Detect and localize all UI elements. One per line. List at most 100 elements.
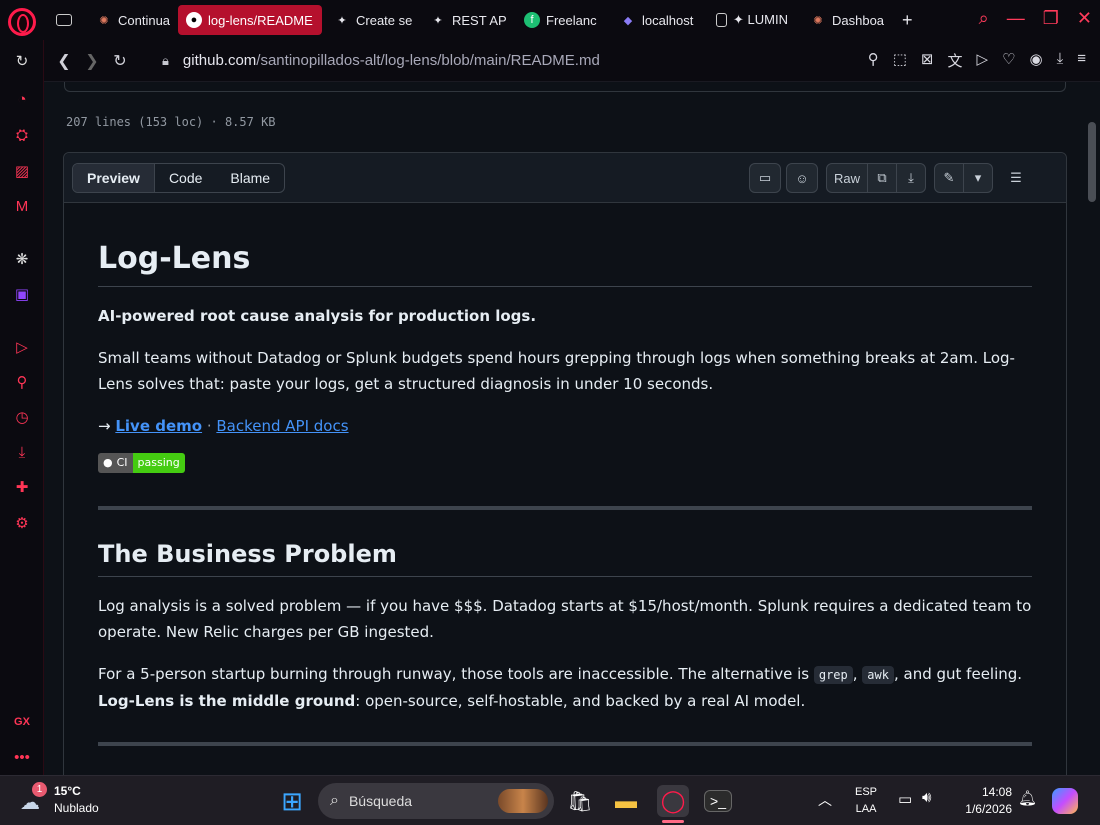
pin-icon[interactable]: ⚲ [11,371,33,393]
tab-blame[interactable]: Blame [216,164,284,192]
heart-icon[interactable]: ♡ [1002,50,1015,71]
minimize-icon[interactable]: — [1007,8,1025,29]
tab-code[interactable]: Code [155,164,216,192]
file-info: 207 lines (153 loc) · 8.57 KB [66,115,276,129]
list-icon: ☰ [1010,170,1022,185]
maximize-icon[interactable]: ❐ [1043,8,1059,29]
language-indicator[interactable]: ESP LAA [855,784,877,818]
player-icon[interactable]: ▷ [11,336,33,358]
copilot-icon[interactable] [1052,788,1078,814]
temperature: 15°C [54,784,81,798]
more-icon[interactable]: ••• [11,746,33,768]
tab-freelance[interactable]: f Freelanc [516,5,608,35]
edit-dropdown-button[interactable]: ▾ [963,163,993,193]
block-icon[interactable]: ⊠ [921,50,934,71]
sparkle-icon: ✦ [433,14,443,27]
tab-rest[interactable]: ✦ REST AP [422,5,512,35]
clock[interactable]: 14:08 1/6/2026 [950,784,1012,818]
scrollbar-thumb[interactable] [1088,122,1096,202]
gmail-icon[interactable]: M [11,195,33,217]
readme-viewer: Preview Code Blame ▭ ☺ Raw ⧉ ⤓ ✎ ▾ ☰ Log… [63,152,1067,775]
tab-dashboard[interactable]: ✺ Dashboa [802,5,892,35]
tab-gamepad[interactable] [50,5,84,35]
chatgpt-icon[interactable]: ❋ [11,248,33,270]
sparkle-icon: ✦ [337,14,347,27]
gx-corner-icon[interactable]: ▨ [11,160,33,182]
extensions-icon[interactable]: ✚ [11,476,33,498]
tab-preview[interactable]: Preview [73,164,155,192]
tab-label: Create se [356,12,413,28]
taskbar-search[interactable]: ⌕ Búsqueda [318,783,554,819]
menu-icon[interactable]: ≡ [1077,50,1086,71]
gx-icon[interactable]: GX [11,711,33,733]
opera-gx-logo-icon[interactable] [8,8,36,36]
close-icon[interactable]: ✕ [1077,8,1092,29]
address-bar: ❮ ❯ ↻ 🔒︎ github.com/santinopillados-alt/… [44,40,1100,82]
lock-icon: 🔒︎ [162,52,169,68]
download-icon[interactable]: ⤓ [1057,50,1064,71]
speed-dial-icon[interactable]: ◔ [11,88,33,110]
edit-button[interactable]: ✎ [934,163,964,193]
section-heading: The Business Problem [98,540,1032,577]
stack-icon: ◆ [623,14,633,27]
readme-title: Log-Lens [98,241,1032,287]
github-icon: ● [103,456,113,469]
outline-button[interactable]: ☰ [1000,163,1032,193]
forward-icon[interactable]: ❯ [78,51,106,71]
text: For a 5-person startup burning through r… [98,665,814,683]
tab-localhost[interactable]: ◆ localhost [612,5,704,35]
live-demo-link[interactable]: Live demo [115,417,202,435]
chevron-up-icon[interactable]: ︿ [818,790,832,810]
notification-bell-icon[interactable]: 🔔︎ [1018,789,1037,807]
reload-icon[interactable]: ↻ [106,51,134,71]
page-content: 207 lines (153 loc) · 8.57 KB Preview Co… [44,82,1084,775]
send-icon[interactable]: ▷ [977,50,989,71]
refresh-icon[interactable]: ↻ [11,50,33,72]
copy-button[interactable]: ⧉ [867,163,897,193]
pencil-icon: ✎ [943,170,955,185]
control-icon[interactable]: ⛭ [11,124,33,146]
account-icon[interactable]: ◉ [1030,50,1043,71]
downloads-icon[interactable]: ⤓ [11,441,33,463]
copilot-button[interactable]: ☺ [786,163,818,193]
claude-icon: ✺ [813,14,823,27]
tab-readme[interactable]: ● log-lens/README [178,5,322,35]
raw-button[interactable]: Raw [826,163,868,193]
search-icon[interactable]: ⌕ [979,8,989,29]
ci-badge[interactable]: ● CI passing [98,453,1032,473]
network-icon[interactable]: ▭ [898,790,912,808]
tab-lumin[interactable]: ✦ LUMIN [708,5,798,35]
separator: · [202,417,217,435]
opera-gx-taskbar-icon[interactable]: ◯ [657,785,689,817]
tab-continua[interactable]: ✺ Continua [88,5,174,35]
new-tab-button[interactable]: + [896,5,919,35]
claude-icon: ✺ [99,14,109,27]
windows-start-icon[interactable]: ⊞ [276,785,308,817]
twitch-icon[interactable]: ▣ [11,283,33,305]
file-header: Preview Code Blame ▭ ☺ Raw ⧉ ⤓ ✎ ▾ ☰ [64,153,1066,203]
url-field[interactable]: 🔒︎ github.com/santinopillados-alt/log-le… [162,52,600,69]
download-button[interactable]: ⤓ [896,163,926,193]
badge-label: ● CI [98,453,133,473]
file-explorer-icon[interactable]: ▬ [610,785,642,817]
tab-label: Continua [118,12,171,28]
weather-widget[interactable]: ☁ 1 15°C Nublado [18,782,108,820]
previous-box [64,82,1066,92]
time: 14:08 [981,785,1012,799]
document-icon [716,13,727,27]
snapshot-icon[interactable]: ⬚ [893,50,907,71]
api-docs-link[interactable]: Backend API docs [216,417,348,435]
terminal-icon[interactable]: >_ [704,790,732,812]
pin-icon[interactable]: ⚲ [868,50,879,71]
translate-icon[interactable]: 文 [947,50,962,71]
download-icon: ⤓ [908,170,914,185]
back-icon[interactable]: ❮ [50,51,78,71]
open-folder-button[interactable]: ▭ [749,163,781,193]
volume-icon[interactable]: 🔊︎ [922,789,931,806]
store-icon[interactable]: 🛍︎ [564,785,596,817]
history-icon[interactable]: ◷ [11,406,33,428]
settings-icon[interactable]: ⚙ [11,512,33,534]
github-icon: ● [186,12,202,28]
tab-create[interactable]: ✦ Create se [326,5,418,35]
intro-paragraph: Small teams without Datadog or Splunk bu… [98,349,1015,393]
